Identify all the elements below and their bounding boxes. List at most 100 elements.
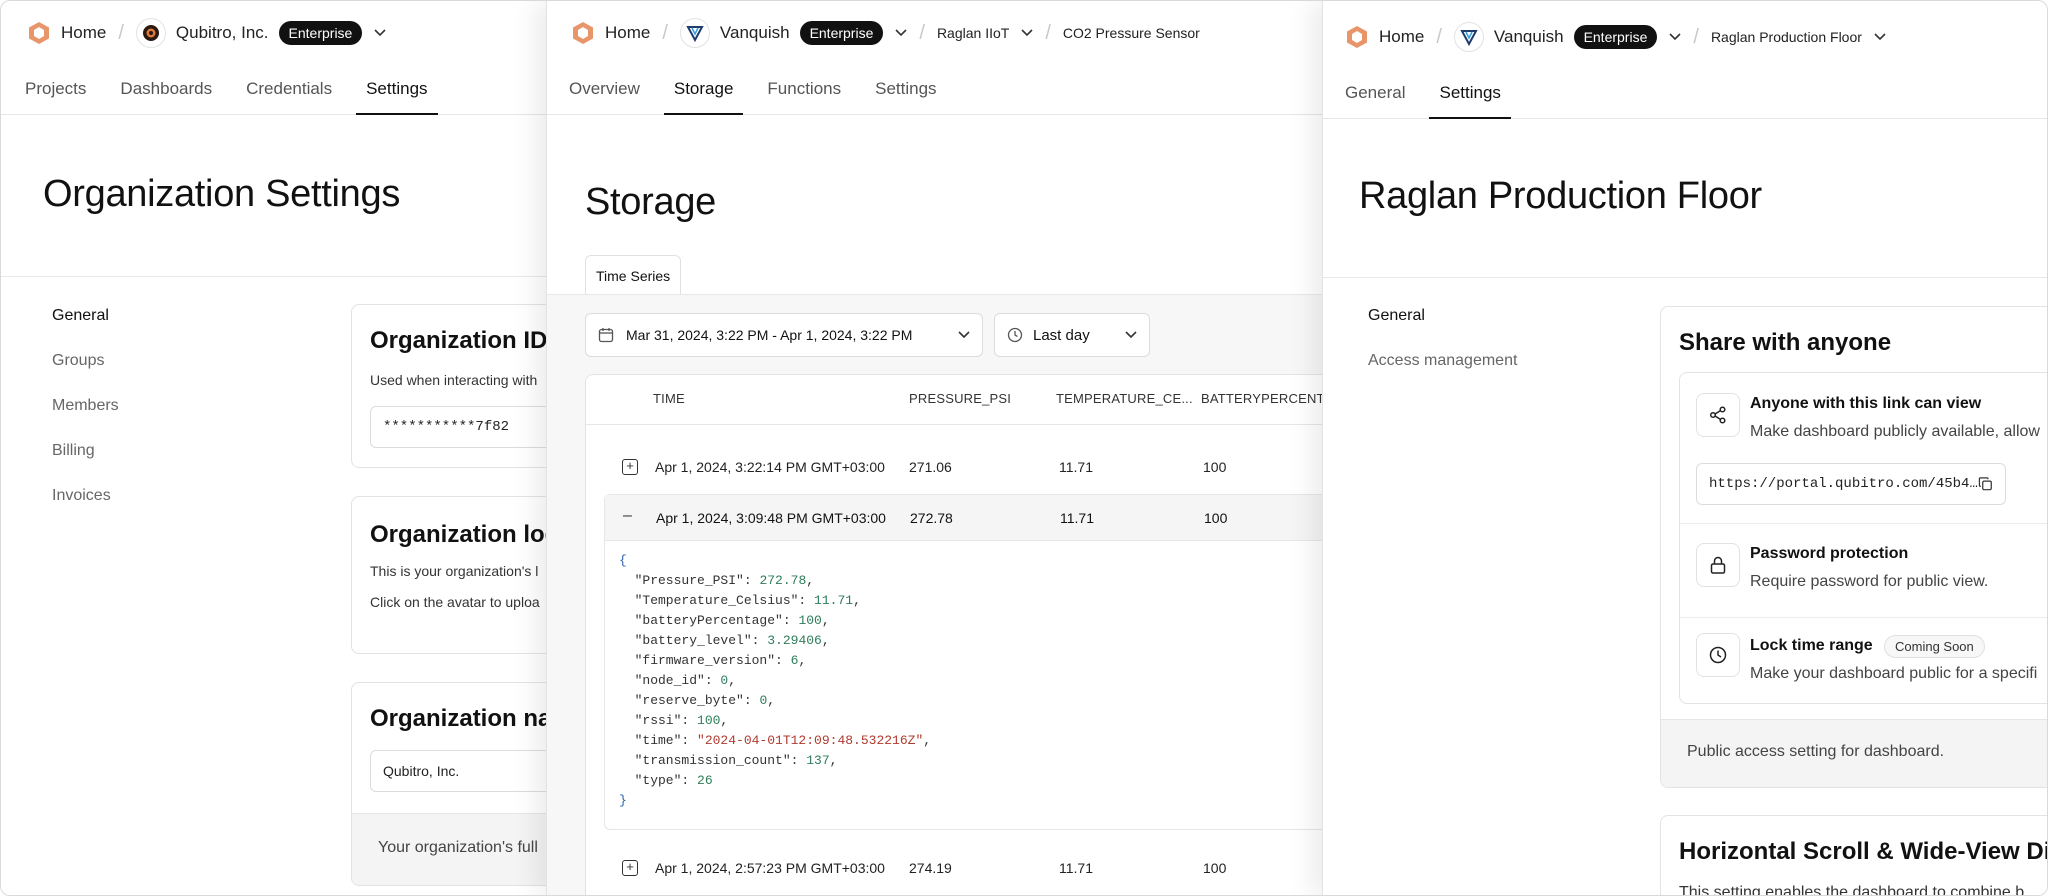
card-title: Organization log — [370, 521, 546, 548]
tab-storage[interactable]: Storage — [663, 63, 744, 115]
table-row[interactable]: – Apr 1, 2024, 3:09:48 PM GMT+03:00 272.… — [605, 495, 1322, 541]
column-header-pressure[interactable]: PRESSURE_PSI — [909, 391, 1011, 406]
json-brace: { — [619, 553, 627, 568]
json-key: "battery_level": — [619, 633, 768, 648]
chevron-down-icon[interactable] — [1669, 33, 1681, 41]
column-header-time[interactable]: TIME — [653, 391, 685, 406]
device-link[interactable]: CO2 Pressure Sensor — [1063, 25, 1200, 41]
json-value: 100 — [697, 713, 721, 728]
sidebar-item-members[interactable]: Members — [52, 397, 119, 415]
expand-icon[interactable]: + — [622, 860, 638, 876]
org-name-card: Organization nar Qubitro, Inc. Your orga… — [351, 682, 546, 886]
chevron-down-icon[interactable] — [895, 29, 907, 37]
tab-settings[interactable]: Settings — [865, 63, 946, 114]
expanded-row: – Apr 1, 2024, 3:09:48 PM GMT+03:00 272.… — [604, 494, 1322, 830]
json-line: "reserve_byte": 0, — [619, 693, 776, 708]
breadcrumb-separator: / — [118, 21, 124, 44]
tab-credentials[interactable]: Credentials — [236, 63, 342, 114]
chevron-down-icon[interactable] — [1021, 29, 1033, 37]
json-line: "type": 26 — [619, 771, 931, 791]
sidebar-item-access-management[interactable]: Access management — [1368, 352, 1517, 370]
card-title: Share with anyone — [1679, 329, 1892, 356]
password-option-title: Password protection — [1750, 545, 1909, 562]
json-line: "battery_level": 3.29406, — [619, 633, 830, 648]
json-value: 26 — [697, 773, 713, 788]
home-link[interactable]: Home — [1379, 27, 1424, 47]
organization-settings-panel: Home / Qubitro, Inc. Enterprise Projects… — [1, 1, 546, 895]
cell-temperature: 11.71 — [1059, 860, 1093, 876]
lock-time-option-description: Make your dashboard public for a specifi — [1750, 665, 2038, 682]
date-range-value: Mar 31, 2024, 3:22 PM - Apr 1, 2024, 3:2… — [626, 327, 913, 343]
tab-time-series[interactable]: Time Series — [585, 255, 682, 295]
card-description: This is your organization's l — [370, 563, 539, 579]
sidebar-item-invoices[interactable]: Invoices — [52, 487, 111, 505]
tab-overview[interactable]: Overview — [559, 63, 650, 114]
org-name[interactable]: Vanquish — [1494, 27, 1564, 47]
sidebar-item-general[interactable]: General — [1368, 307, 1425, 325]
org-avatar — [135, 18, 166, 48]
home-link[interactable]: Home — [605, 23, 650, 43]
lock-icon — [1696, 543, 1740, 587]
breadcrumb-separator: / — [1693, 25, 1699, 48]
org-name[interactable]: Vanquish — [720, 23, 790, 43]
org-name[interactable]: Qubitro, Inc. — [176, 23, 269, 43]
json-key: "transmission_count": — [619, 753, 807, 768]
json-key: "reserve_byte": — [619, 693, 760, 708]
table-row[interactable]: + Apr 1, 2024, 2:57:23 PM GMT+03:00 274.… — [586, 844, 1322, 892]
password-option-description: Require password for public view. — [1750, 573, 1989, 590]
column-header-temperature[interactable]: TEMPERATURE_CE... — [1056, 391, 1193, 406]
json-key: "batteryPercentage": — [619, 613, 799, 628]
expand-icon[interactable]: + — [622, 459, 638, 475]
period-select[interactable]: Last day — [994, 313, 1150, 357]
share-url: https://portal.qubitro.com/45b4… — [1709, 476, 1978, 492]
cell-pressure: 271.06 — [909, 459, 952, 475]
dashboard-link[interactable]: Raglan Production Floor — [1711, 29, 1862, 45]
horizontal-scroll-card: Horizontal Scroll & Wide-View Disp This … — [1660, 815, 2048, 895]
app-window: Home / Qubitro, Inc. Enterprise Projects… — [0, 0, 2048, 896]
cell-time: Apr 1, 2024, 3:22:14 PM GMT+03:00 — [655, 459, 885, 475]
qubitro-logo-icon[interactable] — [571, 21, 595, 45]
tab-dashboards[interactable]: Dashboards — [110, 63, 222, 114]
json-line: "node_id": 0, — [619, 673, 737, 688]
enterprise-badge: Enterprise — [799, 21, 884, 45]
collapse-icon[interactable]: – — [623, 507, 632, 525]
org-tabs: Projects Dashboards Credentials Settings — [1, 63, 546, 115]
column-header-battery[interactable]: BATTERYPERCENT... — [1201, 391, 1322, 406]
qubitro-logo-icon[interactable] — [27, 21, 51, 45]
copy-icon[interactable] — [1978, 476, 1993, 492]
table-header: TIME PRESSURE_PSI TEMPERATURE_CE... BATT… — [586, 375, 1322, 425]
tab-projects[interactable]: Projects — [15, 63, 96, 114]
qubitro-logo-icon[interactable] — [1345, 25, 1369, 49]
cell-battery: 100 — [1204, 510, 1228, 526]
device-storage-panel: Home / Vanquish Enterprise / Raglan IIoT… — [546, 1, 1322, 895]
tab-settings[interactable]: Settings — [1429, 67, 1512, 119]
tab-settings[interactable]: Settings — [356, 63, 438, 115]
json-line: "Temperature_Celsius": 11.71, — [619, 593, 861, 608]
chevron-down-icon[interactable] — [1874, 33, 1886, 41]
project-link[interactable]: Raglan IIoT — [937, 25, 1009, 41]
org-id-field[interactable]: ***********7f82 — [370, 406, 546, 448]
card-title: Horizontal Scroll & Wide-View Disp — [1679, 838, 2048, 865]
json-line: "batteryPercentage": 100, — [619, 613, 830, 628]
date-range-picker[interactable]: Mar 31, 2024, 3:22 PM - Apr 1, 2024, 3:2… — [585, 313, 983, 357]
json-payload-view: { "Pressure_PSI": 272.78, "Temperature_C… — [619, 551, 931, 811]
json-line: "time": "2024-04-01T12:09:48.532216Z", — [619, 733, 932, 748]
breadcrumb: Home / Vanquish Enterprise / Raglan Prod… — [1323, 5, 2047, 69]
tab-functions[interactable]: Functions — [757, 63, 851, 114]
tab-general[interactable]: General — [1335, 67, 1415, 118]
share-url-field[interactable]: https://portal.qubitro.com/45b4… — [1696, 463, 2006, 505]
json-key: "Temperature_Celsius": — [619, 593, 815, 608]
sidebar-item-billing[interactable]: Billing — [52, 442, 95, 460]
share-options: Anyone with this link can view Make dash… — [1679, 372, 2047, 704]
json-key: "firmware_version": — [619, 653, 791, 668]
table-row[interactable]: + Apr 1, 2024, 3:22:14 PM GMT+03:00 271.… — [586, 443, 1322, 491]
divider — [1323, 277, 2047, 278]
home-link[interactable]: Home — [61, 23, 106, 43]
link-option-description: Make dashboard publicly available, allow — [1750, 423, 2040, 440]
org-name-input[interactable]: Qubitro, Inc. — [370, 750, 546, 792]
json-line: "transmission_count": 137, — [619, 753, 838, 768]
sidebar-item-general[interactable]: General — [52, 307, 109, 325]
sidebar-item-groups[interactable]: Groups — [52, 352, 104, 370]
chevron-down-icon[interactable] — [374, 29, 386, 37]
time-series-table: TIME PRESSURE_PSI TEMPERATURE_CE... BATT… — [585, 374, 1322, 895]
